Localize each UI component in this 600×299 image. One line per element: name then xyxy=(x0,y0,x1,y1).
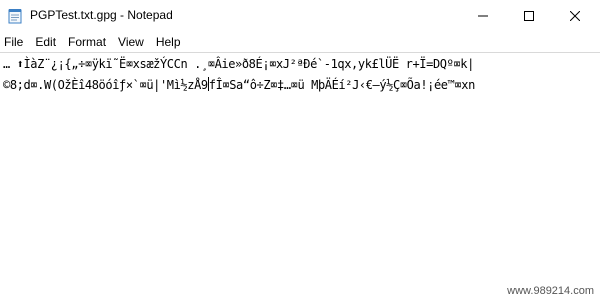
text-line: ©8;d⌧.W(OžÈî48öóîƒ×`⌧ü|'Mì½zÅ9fÎ⌧Sa“ô÷Z⌧… xyxy=(3,77,475,92)
menu-help[interactable]: Help xyxy=(150,32,187,52)
notepad-icon xyxy=(8,9,22,24)
maximize-icon xyxy=(524,11,534,21)
minimize-button[interactable] xyxy=(460,0,506,32)
text-editor[interactable]: … ⬆ÌàZ¨¿¡{„÷⌧ÿkï˜Ë⌧xsæžÝCCn .¸⌧Âie»ð8É¡⌧… xyxy=(0,52,600,299)
minimize-icon xyxy=(478,15,488,17)
close-button[interactable] xyxy=(552,0,598,32)
maximize-button[interactable] xyxy=(506,0,552,32)
text-segment: fÎ⌧Sa“ô÷Z⌧‡…⌧ü MþÄÉí²J‹€—ý½Ç⌧Õa!¡ée™⌧xn xyxy=(208,78,476,92)
menu-format[interactable]: Format xyxy=(62,32,112,52)
watermark: www.989214.com xyxy=(507,285,594,297)
close-icon xyxy=(570,11,580,21)
menu-file[interactable]: File xyxy=(0,32,29,52)
text-line: … ⬆ÌàZ¨¿¡{„÷⌧ÿkï˜Ë⌧xsæžÝCCn .¸⌧Âie»ð8É¡⌧… xyxy=(3,57,474,71)
title-bar[interactable]: PGPTest.txt.gpg - Notepad xyxy=(0,0,600,32)
menu-bar: File Edit Format View Help xyxy=(0,32,600,52)
text-segment: ©8;d⌧.W(OžÈî48öóîƒ×`⌧ü|'Mì½zÅ9 xyxy=(3,78,208,92)
menu-edit[interactable]: Edit xyxy=(29,32,62,52)
window-title: PGPTest.txt.gpg - Notepad xyxy=(30,8,173,22)
menu-view[interactable]: View xyxy=(112,32,150,52)
